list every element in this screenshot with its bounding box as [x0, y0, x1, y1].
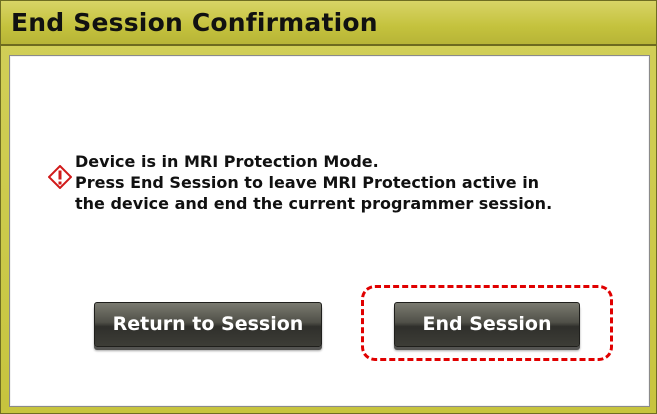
warning-icon — [47, 164, 73, 190]
message-line-1: Device is in MRI Protection Mode. — [75, 152, 379, 171]
warning-icon-graphic — [47, 164, 73, 190]
dialog-title: End Session Confirmation — [11, 8, 378, 37]
end-session-highlight — [361, 285, 613, 361]
message-line-2: Press End Session to leave MRI Protectio… — [75, 173, 540, 192]
end-session-dialog: End Session Confirmation Device is in MR… — [0, 0, 657, 414]
message-line-3: the device and end the current programme… — [75, 194, 553, 213]
return-to-session-button[interactable]: Return to Session — [94, 302, 322, 347]
message-text: Device is in MRI Protection Mode. Press … — [75, 151, 635, 214]
dialog-titlebar: End Session Confirmation — [1, 1, 656, 46]
